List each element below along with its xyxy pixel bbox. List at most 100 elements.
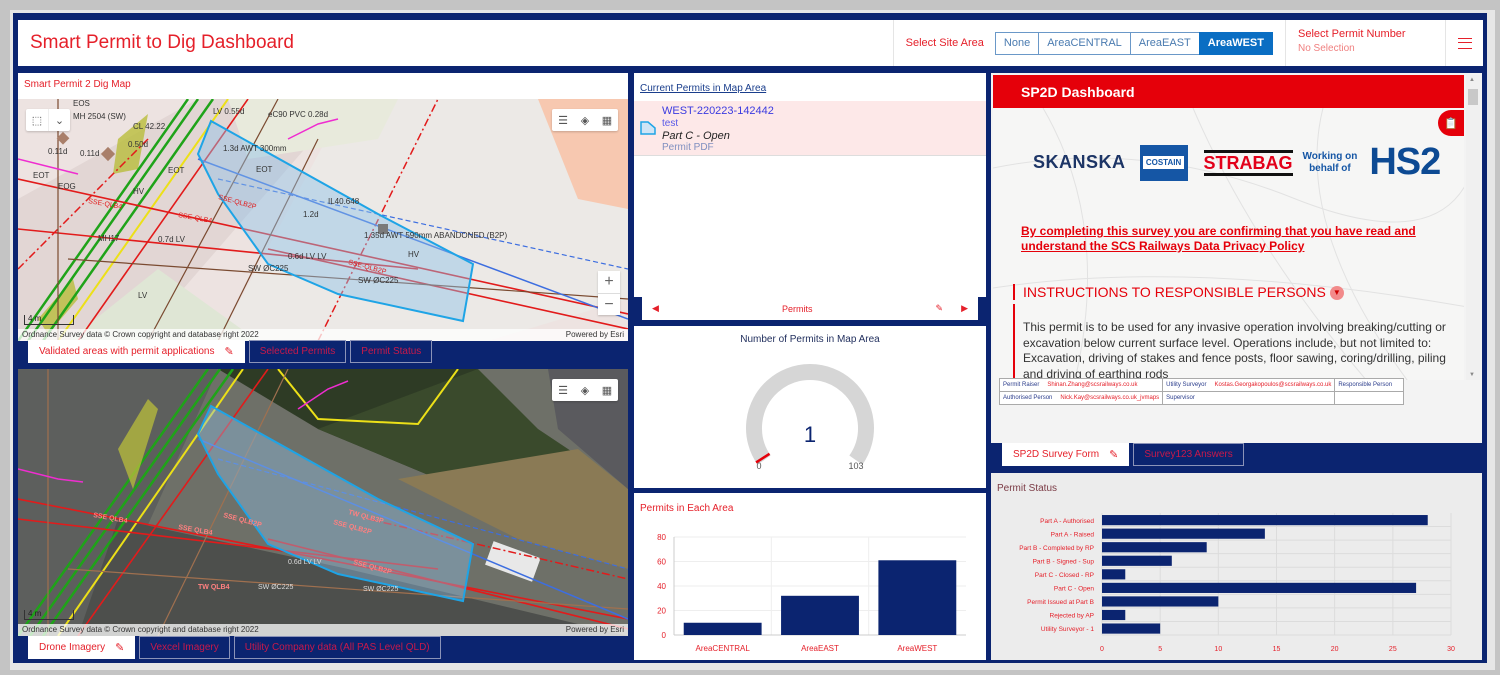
site-area-label: Select Site Area [905, 37, 984, 49]
gauge-min-label: 0 [756, 461, 761, 471]
dashboard-header: Smart Permit to Dig Dashboard Select Sit… [18, 20, 1483, 66]
layers-icon[interactable]: ◈ [574, 379, 596, 401]
role-email: Shinan.Zhang@scsrailways.co.uk [1047, 382, 1138, 388]
sp2d-scrollbar[interactable]: ▲ ▼ [1466, 75, 1480, 380]
powered-by-esri[interactable]: Powered by Esri [566, 625, 624, 635]
zoom-in-button[interactable]: + [598, 271, 620, 293]
tab-utility-company-data-all-pas-level-qld[interactable]: Utility Company data (All PAS Level QLD) [233, 636, 441, 659]
y-category-label: Part C - Open [1054, 586, 1094, 593]
permit-number-selector[interactable]: Select Permit Number No Selection [1285, 20, 1445, 66]
roles-table-cell: Permit Raiser Shinan.Zhang@scsrailways.co… [998, 378, 1164, 392]
select-tool-icon[interactable]: ⬚ [26, 109, 48, 131]
status-bar [1102, 609, 1126, 621]
role-label: Utility Surveyor [1166, 382, 1207, 388]
pencil-icon[interactable]: ✎ [224, 345, 233, 358]
svg-text:0.7d LV: 0.7d LV [158, 235, 186, 244]
prev-arrow-icon[interactable]: ◀ [652, 303, 659, 314]
tab-sp2d-survey-form[interactable]: SP2D Survey Form ✎ [1002, 443, 1130, 466]
chevron-down-icon[interactable]: ⌄ [48, 109, 70, 131]
permit-list-item[interactable]: WEST-220223-142442 test Part C - Open Pe… [634, 101, 986, 156]
instructions-heading[interactable]: INSTRUCTIONS TO RESPONSIBLE PERSONS ▼ [1013, 284, 1454, 301]
imagery-widget-tools: ☰ ◈ ▦ [552, 379, 618, 401]
permit-number-label: Select Permit Number [1298, 28, 1406, 40]
svg-text:1.2d: 1.2d [303, 210, 319, 219]
permits-tab-label[interactable]: Permits [782, 304, 813, 314]
hamburger-icon [1457, 37, 1472, 49]
zoom-control: + − [598, 271, 620, 315]
x-tick-label: 20 [1331, 646, 1339, 653]
tab-label: Permit Status [361, 346, 422, 357]
roles-table-row: Permit Raiser Shinan.Zhang@scsrailways.co… [998, 378, 1405, 392]
current-permits-title[interactable]: Current Permits in Map Area [640, 83, 766, 94]
tab-survey123-answers[interactable]: Survey123 Answers [1133, 443, 1244, 466]
scroll-thumb[interactable] [1468, 89, 1478, 105]
svg-text:0.6d LV LV: 0.6d LV LV [288, 252, 327, 261]
svg-text:EOS: EOS [73, 99, 90, 108]
roles-table-cell: Supervisor [1162, 391, 1336, 405]
working-on-behalf-text: Working on behalf of [1302, 150, 1358, 174]
site-area-option-areaeast[interactable]: AreaEAST [1129, 31, 1200, 55]
roles-table-cell [1334, 391, 1405, 405]
legend-icon[interactable]: ☰ [552, 379, 574, 401]
layers-icon[interactable]: ◈ [574, 109, 596, 131]
powered-by-esri[interactable]: Powered by Esri [566, 330, 624, 340]
pencil-icon[interactable]: ✎ [936, 303, 944, 314]
scroll-up-icon[interactable]: ▲ [1469, 77, 1475, 83]
site-area-option-areawest[interactable]: AreaWEST [1198, 31, 1273, 55]
collapse-caret-icon[interactable]: ▼ [1329, 286, 1344, 301]
tab-drone-imagery[interactable]: Drone Imagery ✎ [28, 636, 136, 659]
scale-bar: 4 m [24, 315, 74, 325]
site-area-option-none[interactable]: None [994, 31, 1040, 55]
permit-roles-table: Permit Raiser Shinan.Zhang@scsrailways.co… [998, 378, 1405, 405]
x-tick-label: 15 [1273, 646, 1281, 653]
tab-selected-permits[interactable]: Selected Permits [248, 340, 347, 363]
status-bar [1102, 569, 1126, 580]
site-area-option-areacentral[interactable]: AreaCENTRAL [1038, 31, 1131, 55]
roles-table-cell: Utility Surveyor Kostas.Georgakopoulos@sc… [1162, 378, 1336, 392]
map-graphics: EOS MH 2504 (SW) CL 42.22 LV 0.55d eC90 PVC… [18, 99, 628, 341]
permit-map-canvas[interactable]: EOS MH 2504 (SW) CL 42.22 LV 0.55d eC90 PVC… [18, 99, 628, 341]
zoom-out-button[interactable]: − [598, 293, 620, 315]
privacy-policy-link[interactable]: By completing this survey you are confir… [1021, 224, 1440, 254]
tab-validated-areas-with-permit-applications[interactable]: Validated areas with permit applications… [28, 340, 245, 363]
svg-text:EOT: EOT [33, 171, 50, 180]
status-bar [1102, 542, 1207, 553]
y-category-label: Part B - Completed by RP [1019, 545, 1094, 552]
imagery-map-panel: SSE QLB4 SSE QLB4 SSE QLB2P SSE QLB2P SS… [18, 369, 628, 636]
pencil-icon[interactable]: ✎ [115, 641, 124, 654]
tab-label: Selected Permits [259, 346, 336, 357]
permit-count-gauge-panel: Number of Permits in Map Area 1 0 103 [634, 326, 986, 488]
attribution-text: Ordnance Survey data © Crown copyright a… [22, 330, 259, 339]
imagery-map-canvas[interactable]: SSE QLB4 SSE QLB4 SSE QLB2P SSE QLB2P SS… [18, 369, 628, 636]
permit-pdf-link[interactable]: Permit PDF [662, 142, 714, 153]
basemap-gallery-icon[interactable]: ▦ [596, 109, 618, 131]
permit-number-value[interactable]: No Selection [1298, 43, 1435, 54]
tab-permit-status[interactable]: Permit Status [350, 340, 433, 363]
pencil-icon[interactable]: ✎ [1109, 448, 1118, 461]
bar-areaeast [781, 595, 859, 635]
dashboard-title: Smart Permit to Dig Dashboard [30, 32, 294, 53]
status-bar [1102, 623, 1161, 634]
svg-text:1.3d AWT 300mm: 1.3d AWT 300mm [223, 144, 287, 153]
menu-button[interactable] [1445, 20, 1483, 66]
survey-form-icon[interactable]: 📋 [1438, 110, 1464, 136]
imagery-graphics: SSE QLB4 SSE QLB4 SSE QLB2P SSE QLB2P SS… [18, 369, 628, 636]
imagery-tabs: Drone Imagery ✎ Vexcel Imagery Utility Comp… [28, 636, 445, 659]
svg-text:HV: HV [408, 250, 420, 259]
y-category-label: Part A - Raised [1051, 531, 1095, 538]
basemap-gallery-icon[interactable]: ▦ [596, 379, 618, 401]
status-bar-chart: 0 5 10 15 20 25 30 Part A - Authorised Part A - … [1019, 513, 1455, 653]
sp2d-survey-body[interactable]: SKANSKA COSTAIN STRABAG Working on behalf… [993, 108, 1464, 380]
role-email: Nick.Kay@scsrailways.co.uk_jvmaps [1060, 395, 1160, 401]
svg-text:0.50d: 0.50d [128, 140, 148, 149]
legend-icon[interactable]: ☰ [552, 109, 574, 131]
svg-text:0.11d: 0.11d [48, 147, 67, 156]
x-tick-label: AreaCENTRAL [696, 644, 751, 653]
area-bar-chart: 0 20 40 60 80 AreaCENTRAL AreaEAST AreaWEST [657, 533, 966, 653]
next-arrow-icon[interactable]: ▶ [961, 303, 968, 314]
svg-text:EOT: EOT [168, 166, 185, 175]
scroll-down-icon[interactable]: ▼ [1469, 372, 1475, 378]
permit-status: Part C - Open [662, 130, 730, 142]
tab-vexcel-imagery[interactable]: Vexcel Imagery [139, 636, 230, 659]
svg-text:IL40.648: IL40.648 [328, 197, 360, 206]
